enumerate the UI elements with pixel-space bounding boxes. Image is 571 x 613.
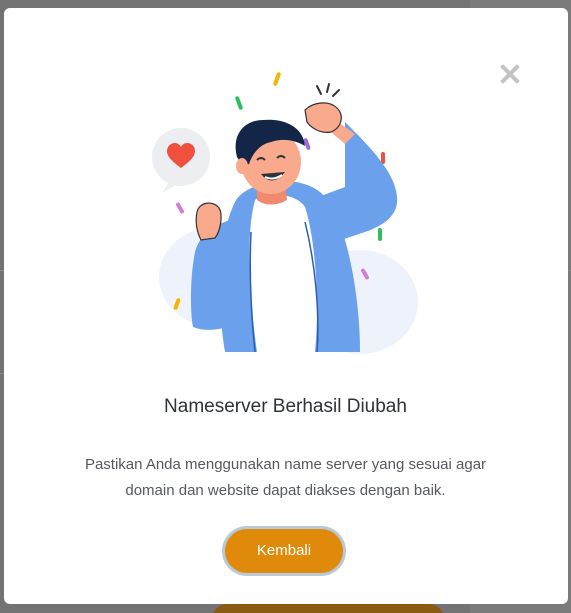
modal-description: Pastikan Anda menggunakan name server ya… bbox=[60, 452, 511, 504]
button-focus-ring: Kembali bbox=[222, 526, 346, 576]
description-line: domain dan website dapat diakses dengan … bbox=[125, 482, 446, 499]
modal-title: Nameserver Berhasil Diubah bbox=[164, 396, 407, 417]
description-line: Pastikan Anda menggunakan name server ya… bbox=[84, 456, 487, 473]
back-button[interactable]: Kembali bbox=[225, 529, 343, 573]
close-icon[interactable] bbox=[496, 60, 524, 88]
background-button bbox=[212, 604, 444, 613]
celebrating-person-illustration bbox=[152, 72, 418, 354]
